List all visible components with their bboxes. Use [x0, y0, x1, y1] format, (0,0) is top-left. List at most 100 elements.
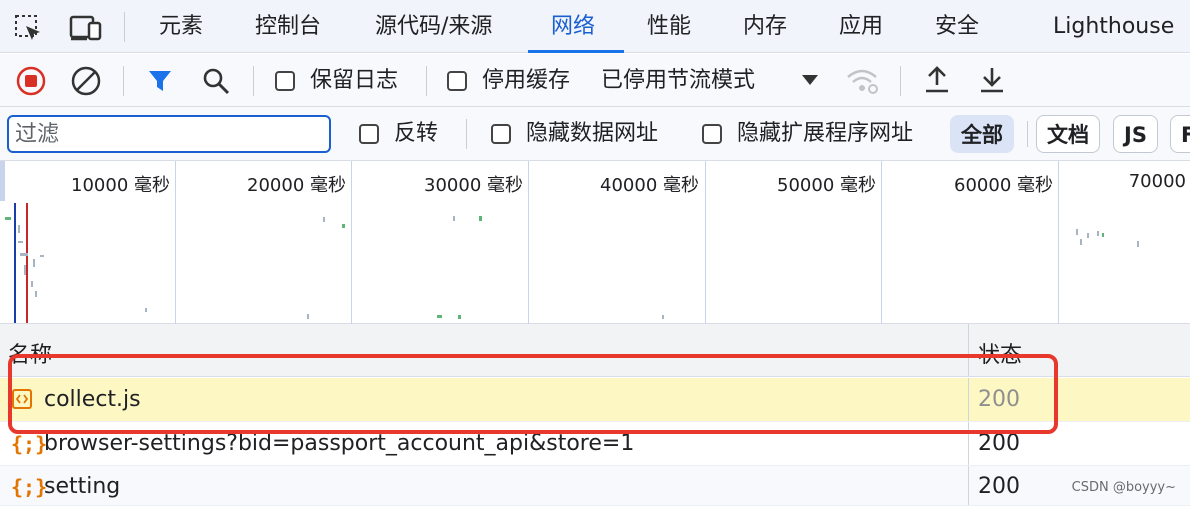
column-divider	[968, 422, 969, 465]
column-divider	[968, 466, 969, 505]
tab-console[interactable]: 控制台	[255, 0, 321, 53]
request-status: 200	[978, 474, 1020, 499]
network-conditions-icon[interactable]	[845, 66, 881, 96]
tick-label: 70000	[1128, 171, 1186, 192]
column-header-status[interactable]: 状态	[978, 337, 1022, 369]
devtools-tab-bar: 元素 控制台 源代码/来源 网络 性能 内存 应用 安全 Lighthouse	[0, 0, 1190, 53]
divider	[253, 66, 254, 96]
request-mark	[18, 225, 20, 233]
record-icon[interactable]	[14, 64, 48, 98]
disable-cache-checkbox[interactable]	[447, 71, 467, 91]
gridline	[175, 161, 176, 324]
request-mark	[5, 217, 11, 220]
request-mark	[40, 255, 44, 257]
table-row[interactable]: collect.js 200	[0, 378, 1190, 422]
tab-performance[interactable]: 性能	[647, 0, 691, 53]
gridline	[528, 161, 529, 324]
request-mark	[342, 224, 345, 228]
hide-extension-urls-label[interactable]: 隐藏扩展程序网址	[737, 107, 913, 161]
tab-application[interactable]: 应用	[839, 0, 883, 53]
request-mark	[307, 314, 309, 319]
export-har-icon[interactable]	[977, 64, 1007, 96]
hide-data-urls-label[interactable]: 隐藏数据网址	[526, 107, 658, 161]
tick-label: 20000 毫秒	[247, 175, 346, 196]
type-filter-all[interactable]: 全部	[950, 115, 1014, 153]
overview-handle[interactable]	[0, 161, 5, 201]
preserve-log-label[interactable]: 保留日志	[310, 54, 398, 107]
tab-memory[interactable]: 内存	[743, 0, 787, 53]
dom-content-loaded-line	[14, 203, 16, 323]
hide-data-urls-checkbox[interactable]	[491, 124, 511, 144]
active-tab-indicator	[528, 50, 624, 53]
request-mark	[1087, 233, 1089, 238]
request-name[interactable]: collect.js	[44, 387, 141, 412]
request-mark	[453, 216, 455, 221]
hide-extension-urls-checkbox[interactable]	[702, 124, 722, 144]
request-mark	[18, 241, 23, 243]
throttling-select[interactable]: 已停用节流模式	[601, 54, 755, 107]
network-overview[interactable]: 10000 毫秒 20000 毫秒 30000 毫秒 40000 毫秒 5000…	[0, 161, 1190, 324]
invert-checkbox[interactable]	[359, 124, 379, 144]
type-filter-doc[interactable]: 文档	[1036, 115, 1100, 153]
request-mark	[1102, 233, 1104, 237]
tab-sources[interactable]: 源代码/来源	[375, 0, 492, 53]
divider	[426, 66, 427, 96]
search-icon[interactable]	[200, 65, 232, 97]
tick-label: 40000 毫秒	[600, 175, 699, 196]
script-icon	[11, 388, 33, 414]
request-mark	[35, 291, 37, 297]
preserve-log-checkbox[interactable]	[275, 71, 295, 91]
request-name[interactable]: browser-settings?bid=passport_account_ap…	[44, 431, 634, 456]
tick-label: 60000 毫秒	[954, 175, 1053, 196]
column-header-name[interactable]: 名称	[8, 337, 52, 369]
import-har-icon[interactable]	[922, 64, 952, 96]
request-mark	[24, 265, 26, 275]
request-mark	[1080, 239, 1082, 245]
filter-icon[interactable]	[145, 65, 175, 97]
request-mark	[1137, 241, 1139, 247]
request-mark	[31, 281, 33, 287]
disable-cache-label[interactable]: 停用缓存	[482, 54, 570, 107]
request-mark	[437, 315, 442, 318]
tab-elements[interactable]: 元素	[159, 0, 203, 53]
gridline	[881, 161, 882, 324]
network-toolbar: 保留日志 停用缓存 已停用节流模式	[0, 54, 1190, 107]
request-mark	[145, 308, 147, 312]
request-mark	[1097, 231, 1099, 236]
divider	[466, 119, 467, 149]
tab-security[interactable]: 安全	[935, 0, 979, 53]
json-icon: {;}	[11, 475, 48, 499]
filter-input[interactable]	[7, 115, 331, 153]
invert-label[interactable]: 反转	[394, 107, 438, 161]
divider	[123, 66, 124, 96]
type-filter-fetch[interactable]: F	[1170, 115, 1190, 153]
request-name[interactable]: setting	[44, 474, 120, 499]
table-row[interactable]: {;} setting 200	[0, 466, 1190, 506]
inspect-element-icon[interactable]	[12, 12, 44, 44]
json-icon: {;}	[11, 432, 48, 456]
column-divider[interactable]	[968, 324, 969, 376]
clear-icon[interactable]	[69, 64, 103, 98]
request-status: 200	[978, 387, 1020, 412]
request-mark	[1076, 229, 1078, 235]
type-filter-js[interactable]: JS	[1113, 115, 1158, 153]
request-status: 200	[978, 431, 1020, 456]
tick-label: 30000 毫秒	[424, 175, 523, 196]
tab-lighthouse[interactable]: Lighthouse	[1053, 0, 1174, 53]
request-mark	[323, 217, 325, 222]
request-mark	[458, 315, 461, 319]
request-mark	[662, 315, 664, 319]
request-mark	[479, 216, 482, 221]
device-toolbar-icon[interactable]	[68, 12, 104, 44]
chevron-down-icon[interactable]	[800, 70, 820, 90]
request-table-header: 名称 状态	[0, 324, 1190, 377]
tick-label: 10000 毫秒	[71, 175, 170, 196]
request-mark	[33, 259, 35, 267]
tab-network[interactable]: 网络	[551, 0, 595, 53]
divider	[1027, 121, 1028, 147]
watermark: CSDN @boyyy~	[1071, 480, 1176, 495]
tick-label: 50000 毫秒	[777, 175, 876, 196]
column-divider	[968, 378, 969, 421]
divider	[124, 12, 125, 42]
table-row[interactable]: {;} browser-settings?bid=passport_accoun…	[0, 422, 1190, 466]
